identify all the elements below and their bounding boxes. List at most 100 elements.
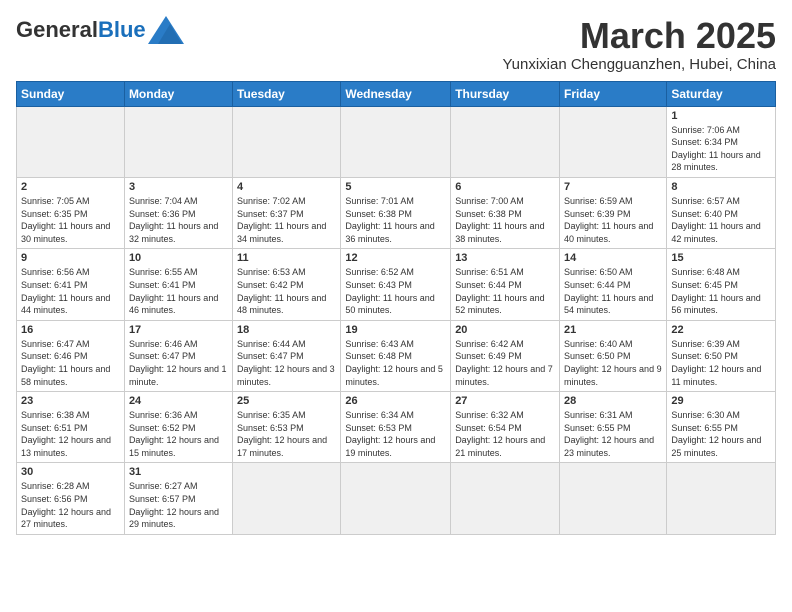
calendar-cell: 27 Sunrise: 6:32 AMSunset: 6:54 PMDayligh… [451,392,560,463]
day-number: 8 [671,181,771,193]
day-info: Sunrise: 6:55 AMSunset: 6:41 PMDaylight:… [129,267,218,315]
calendar-cell: 16Sunrise: 6:47 AMSunset: 6:46 PMDayligh… [17,320,125,391]
calendar-cell: 10Sunrise: 6:55 AMSunset: 6:41 PMDayligh… [124,249,232,320]
day-number: 17 [129,324,228,336]
day-number: 26 [345,395,446,407]
calendar-cell: 30Sunrise: 6:28 AMSunset: 6:56 PMDayligh… [17,463,125,534]
header-tuesday: Tuesday [233,81,341,106]
calendar-cell: 26 Sunrise: 6:34 AMSunset: 6:53 PMDayligh… [341,392,451,463]
day-info: Sunrise: 7:05 AMSunset: 6:35 PMDaylight:… [21,196,110,244]
calendar-cell [451,463,560,534]
day-info: Sunrise: 6:32 AMSunset: 6:54 PMDaylight:… [455,410,545,458]
calendar-cell: 5 Sunrise: 7:01 AMSunset: 6:38 PMDaylight… [341,177,451,248]
calendar-cell: 21Sunrise: 6:40 AMSunset: 6:50 PMDayligh… [560,320,667,391]
day-info: Sunrise: 6:57 AMSunset: 6:40 PMDaylight:… [671,196,760,244]
day-number: 13 [455,252,555,264]
calendar-cell [667,463,776,534]
day-info: Sunrise: 6:51 AMSunset: 6:44 PMDaylight:… [455,267,544,315]
calendar-cell [451,106,560,177]
calendar-cell [560,463,667,534]
header-friday: Friday [560,81,667,106]
calendar-cell: 15 Sunrise: 6:48 AMSunset: 6:45 PMDayligh… [667,249,776,320]
day-number: 25 [237,395,336,407]
day-number: 24 [129,395,228,407]
header-thursday: Thursday [451,81,560,106]
day-info: Sunrise: 6:34 AMSunset: 6:53 PMDaylight:… [345,410,435,458]
header-saturday: Saturday [667,81,776,106]
month-title: March 2025 [502,16,776,56]
day-info: Sunrise: 7:04 AMSunset: 6:36 PMDaylight:… [129,196,218,244]
calendar-cell: 9 Sunrise: 6:56 AMSunset: 6:41 PMDaylight… [17,249,125,320]
calendar-row: 2 Sunrise: 7:05 AMSunset: 6:35 PMDaylight… [17,177,776,248]
calendar-row: 9 Sunrise: 6:56 AMSunset: 6:41 PMDaylight… [17,249,776,320]
logo-text: GeneralBlue [16,19,146,41]
logo: GeneralBlue [16,16,184,44]
calendar-cell: 13 Sunrise: 6:51 AMSunset: 6:44 PMDayligh… [451,249,560,320]
day-info: Sunrise: 6:48 AMSunset: 6:45 PMDaylight:… [671,267,760,315]
day-info: Sunrise: 7:02 AMSunset: 6:37 PMDaylight:… [237,196,326,244]
day-number: 21 [564,324,662,336]
day-number: 11 [237,252,336,264]
calendar-cell: 19 Sunrise: 6:43 AMSunset: 6:48 PMDayligh… [341,320,451,391]
calendar-row: 1 Sunrise: 7:06 AMSunset: 6:34 PMDaylight… [17,106,776,177]
calendar-cell [341,463,451,534]
calendar-cell: 25 Sunrise: 6:35 AMSunset: 6:53 PMDayligh… [233,392,341,463]
day-info: Sunrise: 6:27 AMSunset: 6:57 PMDaylight:… [129,481,219,529]
calendar-cell: 2 Sunrise: 7:05 AMSunset: 6:35 PMDaylight… [17,177,125,248]
header-sunday: Sunday [17,81,125,106]
calendar-cell: 11Sunrise: 6:53 AMSunset: 6:42 PMDayligh… [233,249,341,320]
day-info: Sunrise: 6:36 AMSunset: 6:52 PMDaylight:… [129,410,219,458]
location-title: Yunxixian Chengguanzhen, Hubei, China [502,56,776,73]
day-number: 3 [129,181,228,193]
calendar-row: 16Sunrise: 6:47 AMSunset: 6:46 PMDayligh… [17,320,776,391]
calendar-table: Sunday Monday Tuesday Wednesday Thursday… [16,81,776,535]
logo-blue: Blue [98,17,146,42]
day-number: 14 [564,252,662,264]
day-number: 5 [345,181,446,193]
day-number: 2 [21,181,120,193]
day-number: 20 [455,324,555,336]
calendar-cell [233,106,341,177]
calendar-row: 23Sunrise: 6:38 AMSunset: 6:51 PMDayligh… [17,392,776,463]
day-number: 30 [21,466,120,478]
day-number: 6 [455,181,555,193]
calendar-cell: 6 Sunrise: 7:00 AMSunset: 6:38 PMDaylight… [451,177,560,248]
day-info: Sunrise: 7:06 AMSunset: 6:34 PMDaylight:… [671,125,760,173]
day-info: Sunrise: 6:31 AMSunset: 6:55 PMDaylight:… [564,410,654,458]
calendar-cell: 28Sunrise: 6:31 AMSunset: 6:55 PMDayligh… [560,392,667,463]
header-wednesday: Wednesday [341,81,451,106]
calendar-header-row: Sunday Monday Tuesday Wednesday Thursday… [17,81,776,106]
day-number: 7 [564,181,662,193]
day-info: Sunrise: 7:01 AMSunset: 6:38 PMDaylight:… [345,196,434,244]
page-header: GeneralBlue March 2025 Yunxixian Chenggu… [16,16,776,73]
day-info: Sunrise: 6:39 AMSunset: 6:50 PMDaylight:… [671,339,761,387]
calendar-cell: 20Sunrise: 6:42 AMSunset: 6:49 PMDayligh… [451,320,560,391]
calendar-cell: 22 Sunrise: 6:39 AMSunset: 6:50 PMDayligh… [667,320,776,391]
day-number: 22 [671,324,771,336]
day-number: 23 [21,395,120,407]
day-number: 1 [671,110,771,122]
day-info: Sunrise: 6:44 AMSunset: 6:47 PMDaylight:… [237,339,335,387]
logo-icon [148,16,184,44]
day-info: Sunrise: 6:43 AMSunset: 6:48 PMDaylight:… [345,339,443,387]
calendar-row: 30Sunrise: 6:28 AMSunset: 6:56 PMDayligh… [17,463,776,534]
day-number: 9 [21,252,120,264]
calendar-cell [341,106,451,177]
day-number: 12 [345,252,446,264]
calendar-cell: 14Sunrise: 6:50 AMSunset: 6:44 PMDayligh… [560,249,667,320]
day-number: 4 [237,181,336,193]
day-number: 15 [671,252,771,264]
day-info: Sunrise: 6:35 AMSunset: 6:53 PMDaylight:… [237,410,327,458]
calendar-cell: 29Sunrise: 6:30 AMSunset: 6:55 PMDayligh… [667,392,776,463]
calendar-cell: 24 Sunrise: 6:36 AMSunset: 6:52 PMDayligh… [124,392,232,463]
day-number: 19 [345,324,446,336]
calendar-cell [560,106,667,177]
day-number: 31 [129,466,228,478]
calendar-cell [124,106,232,177]
day-info: Sunrise: 7:00 AMSunset: 6:38 PMDaylight:… [455,196,544,244]
day-number: 27 [455,395,555,407]
day-info: Sunrise: 6:56 AMSunset: 6:41 PMDaylight:… [21,267,110,315]
title-section: March 2025 Yunxixian Chengguanzhen, Hube… [502,16,776,73]
day-info: Sunrise: 6:59 AMSunset: 6:39 PMDaylight:… [564,196,653,244]
day-number: 18 [237,324,336,336]
